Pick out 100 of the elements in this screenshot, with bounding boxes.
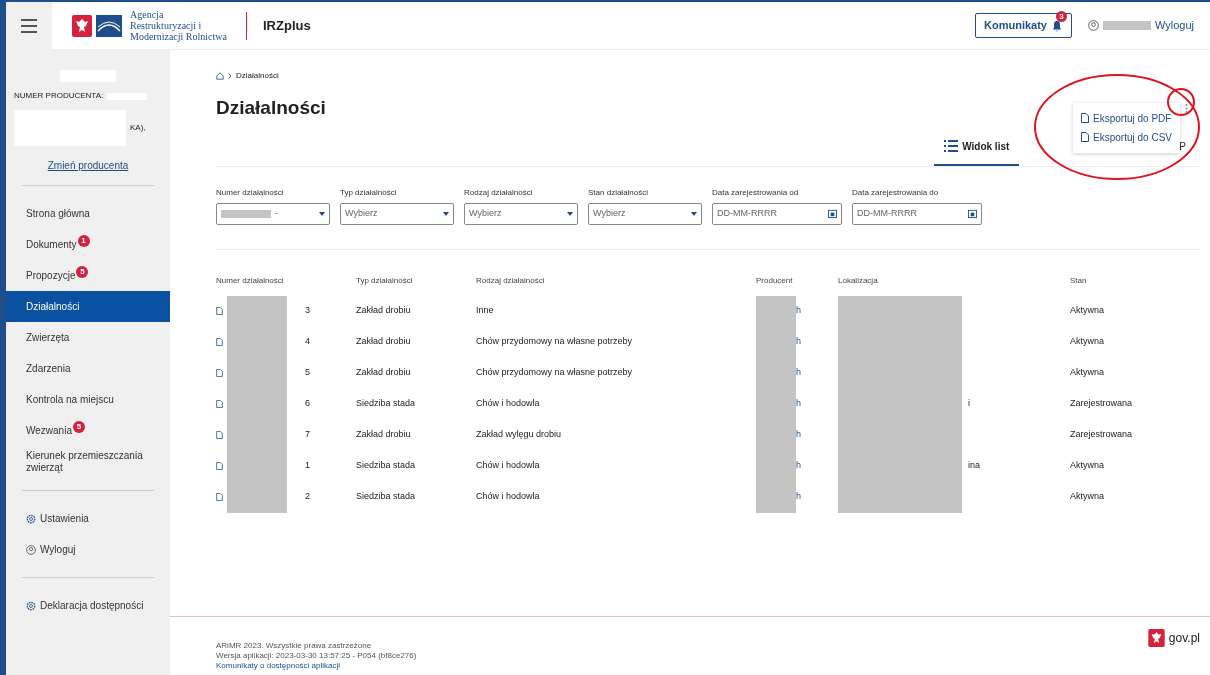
table-cell: Zakład drobiu <box>356 357 476 389</box>
column-header: Lokalizacja <box>838 265 1070 296</box>
select-field[interactable]: Wybierz <box>464 202 578 225</box>
accessibility-link[interactable]: Deklaracja dostępności <box>6 590 170 621</box>
notification-badge: 3 <box>1055 11 1067 23</box>
export-menu-item[interactable]: Eksportuj do CSV <box>1081 129 1172 145</box>
gear-icon <box>26 600 36 611</box>
redacted-block <box>227 295 287 327</box>
select-field[interactable]: Wybierz <box>340 202 454 225</box>
emblem-icon <box>1147 629 1165 647</box>
select-field[interactable]: - <box>216 202 330 225</box>
redacted-block <box>756 481 796 513</box>
table-cell: ina <box>968 459 980 473</box>
select-field[interactable]: Wybierz <box>588 202 702 225</box>
table-cell: h <box>796 397 801 411</box>
change-producer-link[interactable]: Zmień producenta <box>47 158 129 173</box>
sidebar-item-label: Kontrola na miejscu <box>26 393 114 406</box>
table-cell: 2 <box>305 490 310 504</box>
table-cell-text: Aktywna <box>1070 366 1105 380</box>
filter-label: Data zarejestrowania do <box>852 186 940 199</box>
producer-number-label: NUMER PRODUCENTA: <box>14 90 104 102</box>
menu-icon <box>21 17 37 34</box>
sidebar-item[interactable]: Strona główna <box>6 198 170 229</box>
sidebar-item-label: Działalności <box>26 300 80 313</box>
table-cell-text: Zarejestrowana <box>1070 428 1134 442</box>
table-cell: Zakład drobiu <box>356 295 476 327</box>
document-icon <box>216 369 223 377</box>
filter-label: Stan działalności <box>588 186 650 199</box>
table-cell: i <box>968 397 970 411</box>
user-icon <box>1087 20 1099 31</box>
table-cell: Chów przydomowy na własne potrzeby <box>476 357 756 389</box>
sidebar-item[interactable]: Zdarzenia <box>6 353 170 384</box>
address-fragment: KA), <box>130 122 146 134</box>
table-cell-text: Zarejestrowana <box>1070 397 1134 411</box>
sidebar-item-label: Zdarzenia <box>26 362 71 375</box>
sidebar-item[interactable]: Kierunek przemieszczania zwierząt <box>6 446 170 478</box>
table-cell: 6 <box>305 397 310 411</box>
sidebar-item-label: Strona główna <box>26 207 90 220</box>
sidebar-item[interactable]: Zwierzęta <box>6 322 170 353</box>
sidebar-item-label: Zwierzęta <box>26 331 70 344</box>
sidebar-item-label: Deklaracja dostępności <box>40 599 144 613</box>
document-icon <box>216 400 223 408</box>
date-field[interactable]: DD-MM-RRRR <box>852 202 982 225</box>
table-cell: h <box>796 428 801 442</box>
table-cell: h <box>796 459 801 473</box>
user-icon <box>26 544 36 555</box>
table-cell-text: Aktywna <box>1070 304 1105 318</box>
caret-icon <box>443 211 449 216</box>
column-header: Stan <box>1070 274 1088 287</box>
bell-icon <box>1050 19 1063 32</box>
table-cell: 4 <box>305 335 310 349</box>
table-cell: h <box>796 304 801 318</box>
sidebar-item-label: Dokumenty <box>26 238 77 251</box>
filter-label: Rodzaj działalności <box>464 186 534 199</box>
home-icon <box>216 72 224 80</box>
document-icon <box>216 493 223 501</box>
gear-icon <box>26 513 36 524</box>
footer-text: Wersja aplikacji: 2023-03-30 13:57:25 - P054 (bf8ce276) <box>216 651 417 661</box>
calendar-icon <box>968 209 977 218</box>
count-badge: 5 <box>72 420 85 433</box>
table-cell: 7 <box>305 428 310 442</box>
sidebar-item[interactable]: Działalności <box>6 291 170 322</box>
emblem-icon <box>72 14 92 37</box>
accessibility-messages-link[interactable]: Komunikaty o dostępności aplikacji <box>216 661 417 671</box>
sidebar-item-label: Kierunek przemieszczania zwierząt <box>26 450 144 474</box>
sidebar-item[interactable]: Ustawienia <box>6 503 170 534</box>
redacted-block <box>221 209 271 218</box>
table-cell: Siedziba stada <box>356 450 476 482</box>
date-field[interactable]: DD-MM-RRRR <box>712 202 842 225</box>
view-tab[interactable]: Widok list <box>934 138 1020 166</box>
breadcrumb-item: Działalności <box>236 70 279 82</box>
kebab-menu-icon <box>1184 103 1188 113</box>
column-header: Numer działalności <box>216 265 356 296</box>
redacted-block <box>1102 21 1151 30</box>
document-icon <box>216 338 223 346</box>
logout-link[interactable]: Wyloguj <box>1154 17 1194 34</box>
table-cell: 5 <box>305 366 310 380</box>
list-icon <box>944 140 959 152</box>
messages-button[interactable]: Komunikaty 3 <box>975 13 1072 38</box>
app-name: IRZplus <box>263 16 311 35</box>
table-cell: 1 <box>305 459 310 473</box>
sidebar-item[interactable]: Wyloguj <box>6 534 170 565</box>
filter-label: Numer działalności <box>216 186 285 199</box>
count-badge: 1 <box>77 234 90 247</box>
column-header: Rodzaj działalności <box>476 265 756 296</box>
agency-logo-icon <box>96 14 122 37</box>
sidebar-item-label: Wezwania <box>26 424 72 437</box>
export-menu-item[interactable]: Eksportuj do PDF <box>1081 110 1172 126</box>
sidebar-item[interactable]: Wezwania 5 <box>6 415 170 446</box>
document-icon <box>216 307 223 315</box>
document-icon <box>216 462 223 470</box>
filter-label: Typ działalności <box>340 186 398 199</box>
sidebar-item[interactable]: Propozycje 5 <box>6 260 170 291</box>
table-cell: Siedziba stada <box>356 481 476 513</box>
sidebar-item[interactable]: Kontrola na miejscu <box>6 384 170 415</box>
table-cell: Siedziba stada <box>356 388 476 420</box>
page-title: Działalności <box>216 96 326 120</box>
table-cell-text: Aktywna <box>1070 490 1105 504</box>
sidebar-item[interactable]: Dokumenty 1 <box>6 229 170 260</box>
filter-label: Data zarejestrowania od <box>712 186 800 199</box>
